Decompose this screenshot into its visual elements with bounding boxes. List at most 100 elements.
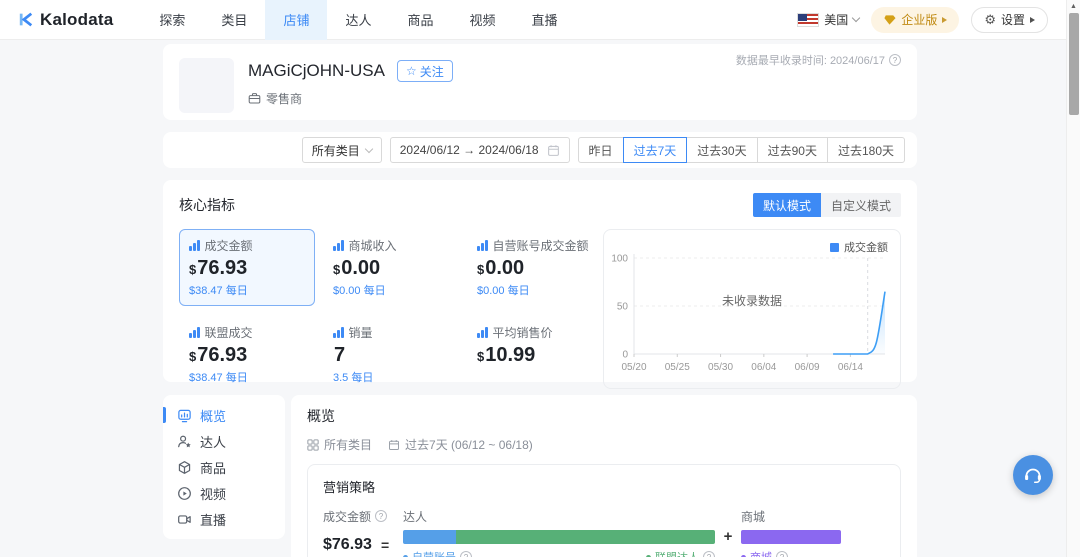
bar-chart-icon [189,327,200,338]
own-account-segment[interactable] [403,530,456,544]
info-icon[interactable] [375,510,387,522]
mall-bar[interactable] [741,530,841,544]
follow-button[interactable]: 关注 [397,60,453,82]
store-header-card: 数据最早收录时间: 2024/06/17 MAGiCjOHN-USA 关注 零售… [163,44,917,120]
metric-value: $0.00 [333,257,449,280]
quick-range-过去180天[interactable]: 过去180天 [827,137,905,163]
sidebar-item-达人[interactable]: 达人 [163,428,285,454]
settings-button[interactable]: ⚙ 设置 [971,7,1048,33]
scroll-up-arrow-icon[interactable]: ▲ [1067,0,1080,13]
core-metrics-card: 核心指标 默认模式 自定义模式 成交金额$76.93$38.47 每日商城收入$… [163,180,917,382]
metric-card-联盟成交[interactable]: 联盟成交$76.93$38.47 每日 [179,316,315,393]
page-scrollbar[interactable]: ▲ [1066,0,1080,557]
sidebar-item-label: 达人 [200,432,226,451]
sidebar-item-视频[interactable]: 视频 [163,480,285,506]
custom-mode-button[interactable]: 自定义模式 [821,193,901,217]
chart-empty-text: 未收录数据 [722,292,782,309]
sidebar-item-概览[interactable]: 概览 [163,402,285,428]
creator-bar-label: 达人 [403,508,715,524]
metric-card-销量[interactable]: 销量73.5 每日 [323,316,459,393]
gmv-value: $76.93 [323,536,372,554]
affiliate-stat: 联盟达人 $76.93 (100%) [639,549,715,557]
kalodata-logo[interactable]: Kalodata [18,10,113,30]
metric-value: $76.93 [189,257,305,280]
mall-bar-label: 商城 [741,508,841,524]
own-account-stat: 自营账号 $0.00 (0%) [403,549,472,557]
data-collected-note: 数据最早收录时间: 2024/06/17 [736,52,901,68]
nav-item-达人[interactable]: 达人 [327,0,389,40]
nav-item-店铺[interactable]: 店铺 [265,0,327,40]
chevron-down-icon [852,14,860,22]
category-select[interactable]: 所有类目 [302,137,382,163]
enterprise-label: 企业版 [901,11,937,28]
headset-icon [1022,465,1044,485]
quick-range-过去7天[interactable]: 过去7天 [623,137,688,163]
quick-range-group: 昨日过去7天过去30天过去90天过去180天 [578,137,905,163]
sidebar-item-直播[interactable]: 直播 [163,506,285,532]
metric-subvalue: $38.47 每日 [189,369,305,385]
overview-filters: 所有类目 过去7天 (06/12 ~ 06/18) [307,436,901,453]
metric-subvalue [477,369,593,382]
overview-period-label: 过去7天 (06/12 ~ 06/18) [405,436,533,453]
svg-text:05/30: 05/30 [708,362,733,373]
nav-item-类目[interactable]: 类目 [203,0,265,40]
svg-text:05/25: 05/25 [665,362,690,373]
quick-range-过去30天[interactable]: 过去30天 [686,137,757,163]
info-icon[interactable] [460,551,472,557]
overview-category-filter: 所有类目 [307,436,372,453]
store-name: MAGiCjOHN-USA [248,61,385,81]
scrollbar-thumb[interactable] [1069,13,1079,115]
marketing-strategy-box: 营销策略 成交金额 $76.93 = 达人 [307,464,901,557]
overview-period-filter: 过去7天 (06/12 ~ 06/18) [388,436,533,453]
overview-category-label: 所有类目 [324,436,372,453]
marketing-strategy-title: 营销策略 [323,477,885,496]
seller-type: 零售商 [248,90,453,107]
affiliate-segment[interactable] [456,530,715,544]
bar-chart-icon [333,327,344,338]
metric-card-成交金额[interactable]: 成交金额$76.93$38.47 每日 [179,229,315,306]
info-icon[interactable] [776,551,788,557]
gear-icon: ⚙ [984,13,996,26]
quick-range-过去90天[interactable]: 过去90天 [757,137,828,163]
date-range-picker[interactable]: 2024/06/12 → 2024/06/18 [390,137,570,163]
info-icon[interactable] [703,551,715,557]
svg-text:05/20: 05/20 [621,362,646,373]
metric-card-自营账号成交金额[interactable]: 自营账号成交金额$0.00$0.00 每日 [467,229,603,306]
top-navbar: Kalodata 探索类目店铺达人商品视频直播 美国 企业版 ⚙ 设置 [0,0,1080,40]
svg-text:100: 100 [611,254,628,265]
settings-label: 设置 [1001,11,1025,28]
gem-icon [883,14,896,26]
dashboard-icon [177,408,192,423]
support-button[interactable] [1013,455,1053,495]
bar-chart-icon [477,240,488,251]
svg-text:06/14: 06/14 [838,362,863,373]
nav-item-探索[interactable]: 探索 [141,0,203,40]
grid-icon [307,439,319,451]
quick-range-昨日[interactable]: 昨日 [578,137,624,163]
arrow-right-icon [942,17,947,23]
metric-card-商城收入[interactable]: 商城收入$0.00$0.00 每日 [323,229,459,306]
bar-chart-icon [477,327,488,338]
info-icon[interactable] [889,54,901,66]
sidebar-item-商品[interactable]: 商品 [163,454,285,480]
mode-toggle: 默认模式 自定义模式 [753,193,901,217]
nav-item-视频[interactable]: 视频 [451,0,513,40]
default-mode-button[interactable]: 默认模式 [753,193,821,217]
briefcase-icon [248,92,261,105]
metric-label: 成交金额 [205,237,253,254]
metric-value: $76.93 [189,344,305,367]
region-selector[interactable]: 美国 [797,11,859,28]
metric-value: $10.99 [477,344,593,367]
mall-stat: 商城 $0.00 (0%) [741,549,841,557]
nav-item-直播[interactable]: 直播 [514,0,576,40]
nav-item-商品[interactable]: 商品 [389,0,451,40]
metric-card-平均销售价[interactable]: 平均销售价$10.99 [467,316,603,393]
enterprise-button[interactable]: 企业版 [871,7,959,33]
calendar-icon [547,144,560,157]
arrow-right-icon [1030,17,1035,23]
metric-subvalue: $0.00 每日 [477,282,593,298]
seller-type-label: 零售商 [266,90,302,107]
filter-bar: 所有类目 2024/06/12 → 2024/06/18 昨日过去7天过去30天… [163,132,917,168]
sidebar-item-label: 概览 [200,406,226,425]
metric-label: 商城收入 [349,237,397,254]
